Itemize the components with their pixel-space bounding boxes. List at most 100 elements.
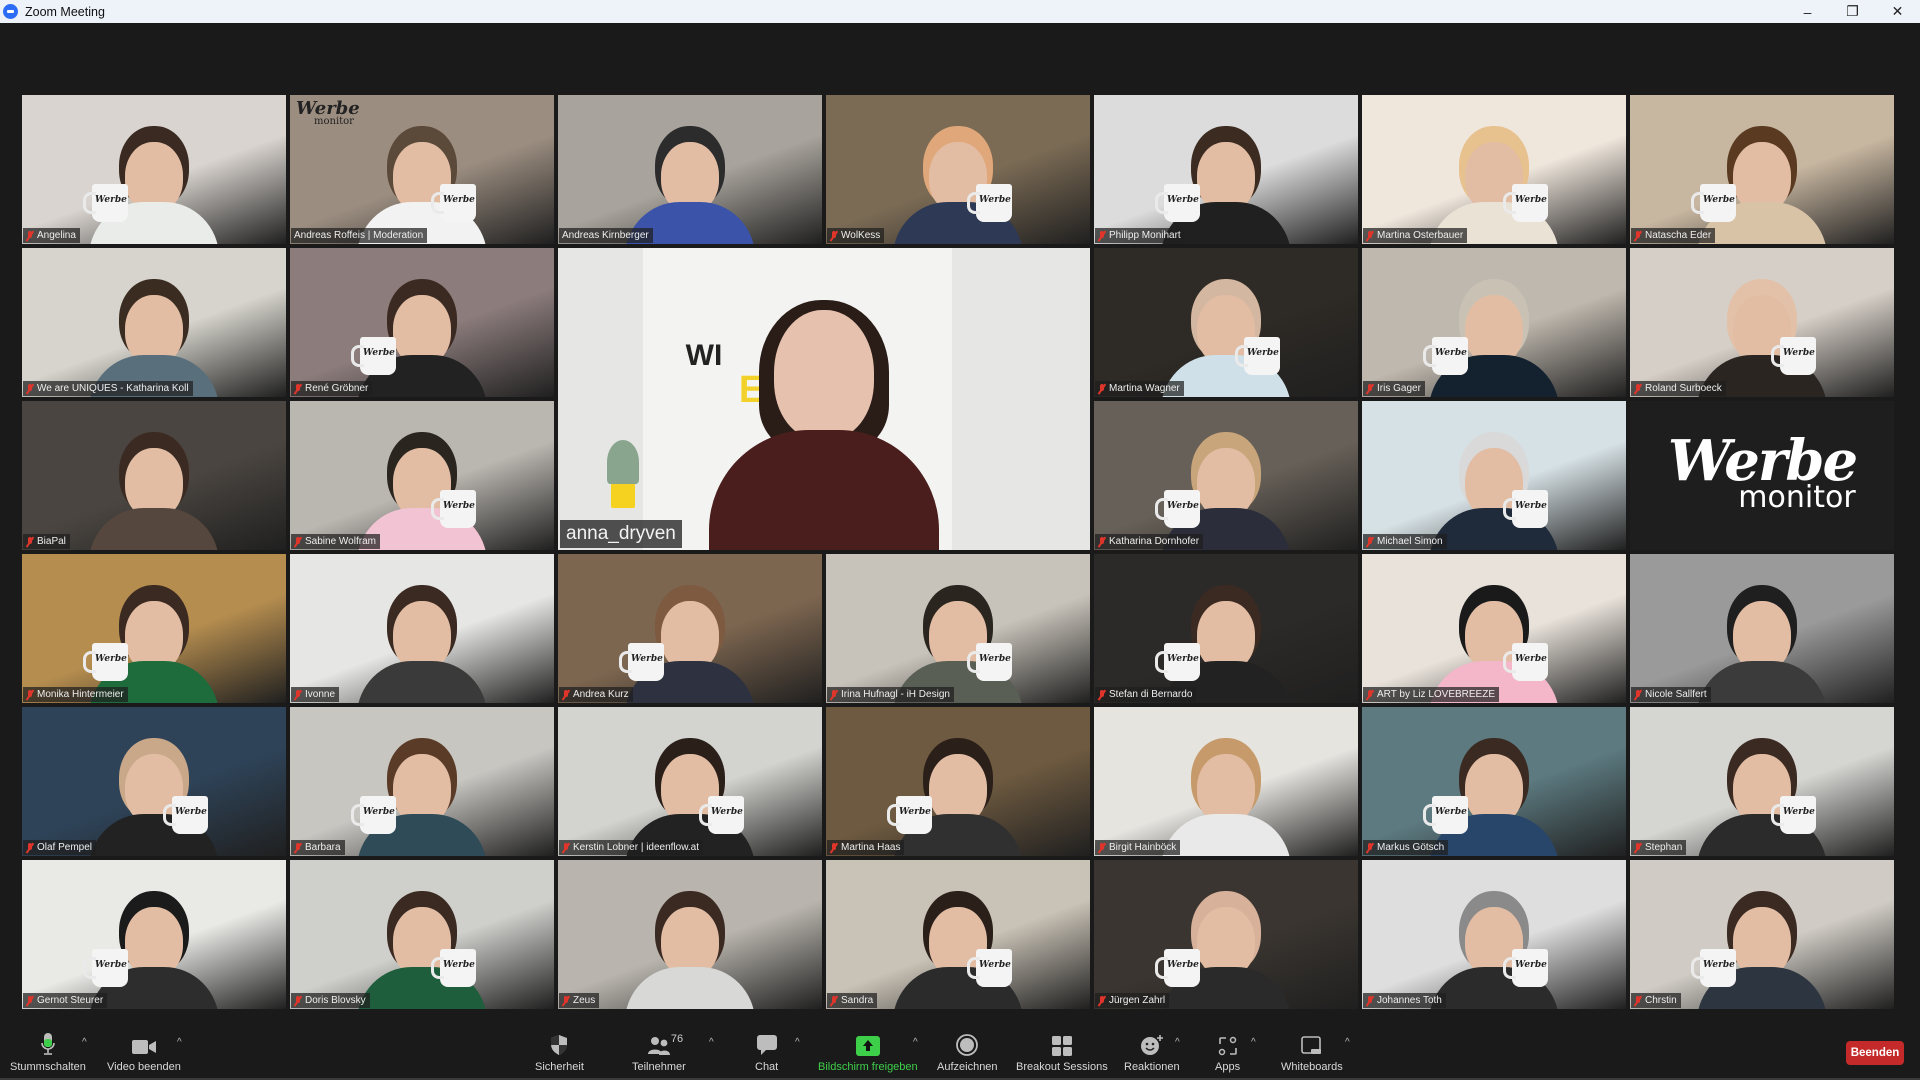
participant-video-tile[interactable]: Werbe Monika Hintermeier xyxy=(22,554,286,703)
mic-muted-icon xyxy=(830,995,838,1006)
participant-name-tag: Zeus xyxy=(559,993,600,1008)
mug-logo: Werbe xyxy=(1515,960,1547,970)
participant-video-tile[interactable]: Werbe Sandra xyxy=(826,860,1090,1009)
participant-video-tile[interactable]: Werbe Stefan di Bernardo xyxy=(1094,554,1358,703)
participant-video-tile[interactable]: Werbe René Gröbner xyxy=(290,248,554,397)
participant-figure xyxy=(1697,601,1827,703)
breakout-sessions-button[interactable]: Breakout Sessions xyxy=(1016,1032,1108,1073)
mic-muted-icon xyxy=(294,842,302,853)
werbe-monitor-mug: Werbe xyxy=(83,643,128,681)
participant-figure xyxy=(625,907,755,1009)
participant-video-tile[interactable]: Werbe Sabine Wolfram xyxy=(290,401,554,550)
mic-muted-icon xyxy=(26,536,34,547)
participant-video-tile[interactable]: Birgit Hainböck xyxy=(1094,707,1358,856)
werbe-monitor-mug: Werbe xyxy=(1503,184,1548,222)
chat-bubble-icon xyxy=(756,1032,778,1056)
participant-video-tile[interactable]: Werbe Martina Osterbauer xyxy=(1362,95,1626,244)
participant-video-tile[interactable]: Andreas Kirnberger xyxy=(558,95,822,244)
participant-video-tile[interactable]: Werbe Katharina Dornhofer xyxy=(1094,401,1358,550)
speaker-figure xyxy=(704,300,944,550)
participant-video-tile[interactable]: Werbe Martina Haas xyxy=(826,707,1090,856)
participant-video-tile[interactable]: Werbe Angelina xyxy=(22,95,286,244)
whiteboards-button[interactable]: Whiteboards xyxy=(1281,1032,1343,1073)
participants-button[interactable]: 76 Teilnehmer xyxy=(632,1032,686,1073)
participant-video-tile[interactable]: Ivonne xyxy=(290,554,554,703)
mute-label: Stummschalten xyxy=(10,1061,86,1073)
reactions-options-caret[interactable]: ^ xyxy=(1175,1037,1185,1048)
participant-video-tile[interactable]: Werbe Natascha Eder xyxy=(1630,95,1894,244)
share-options-caret[interactable]: ^ xyxy=(913,1037,923,1048)
participant-name-tag: Andreas Kirnberger xyxy=(559,228,653,243)
mug-logo: Werbe xyxy=(1515,195,1547,205)
mug-logo: Werbe xyxy=(1435,807,1467,817)
mug-logo: Werbe xyxy=(1703,960,1735,970)
participant-video-tile[interactable]: Werbe Chrstin xyxy=(1630,860,1894,1009)
participant-name-tag: Andrea Kurz xyxy=(559,687,633,702)
participant-name: Andreas Roffeis | Moderation xyxy=(294,230,424,241)
logo-subtitle: monitor xyxy=(1738,480,1856,516)
minimize-button[interactable]: – xyxy=(1785,0,1830,23)
participant-video-tile[interactable]: We are UNIQUES - Katharina Koll xyxy=(22,248,286,397)
participant-name: Iris Gager xyxy=(1377,383,1421,394)
participant-video-tile[interactable]: Werbe ART by Liz LOVEBREEZE xyxy=(1362,554,1626,703)
mute-button[interactable]: Stummschalten xyxy=(10,1032,86,1073)
participant-video-tile[interactable]: Werbe Doris Blovsky xyxy=(290,860,554,1009)
participant-video-tile[interactable]: Werbe Johannes Toth xyxy=(1362,860,1626,1009)
mic-muted-icon xyxy=(294,689,302,700)
werbe-monitor-logo-tile[interactable]: Werbe monitor xyxy=(1630,401,1894,550)
participant-video-tile[interactable]: Werbe Martina Wagner xyxy=(1094,248,1358,397)
spotlight-video-tile[interactable]: WI EN anna_dryven xyxy=(558,248,1090,550)
participant-video-tile[interactable]: Werbe Stephan xyxy=(1630,707,1894,856)
participants-options-caret[interactable]: ^ xyxy=(709,1037,719,1048)
participant-video-tile[interactable]: Werbe Barbara xyxy=(290,707,554,856)
participant-video-tile[interactable]: Werbe Markus Götsch xyxy=(1362,707,1626,856)
participant-video-tile[interactable]: Werbe Iris Gager xyxy=(1362,248,1626,397)
close-button[interactable]: ✕ xyxy=(1875,0,1920,23)
apps-options-caret[interactable]: ^ xyxy=(1251,1037,1261,1048)
participant-name: Martina Haas xyxy=(841,842,901,853)
security-button[interactable]: Sicherheit xyxy=(535,1032,584,1073)
chat-options-caret[interactable]: ^ xyxy=(795,1037,805,1048)
werbe-monitor-mug: Werbe xyxy=(1503,490,1548,528)
participant-video-tile[interactable]: Werbe Olaf Pempel xyxy=(22,707,286,856)
potted-plant xyxy=(607,439,640,508)
whiteboards-options-caret[interactable]: ^ xyxy=(1345,1037,1355,1048)
participant-video-tile[interactable]: Werbe Roland Surboeck xyxy=(1630,248,1894,397)
participant-video-tile[interactable]: Zeus xyxy=(558,860,822,1009)
mug-logo: Werbe xyxy=(95,195,127,205)
share-screen-button[interactable]: Bildschirm freigeben xyxy=(818,1032,918,1073)
participant-name: Martina Wagner xyxy=(1109,383,1180,394)
participant-video-tile[interactable]: Werbe Kerstin Lobner | ideenflow.at xyxy=(558,707,822,856)
restore-button[interactable]: ❐ xyxy=(1830,0,1875,23)
participant-video-tile[interactable]: Werbe Jürgen Zahrl xyxy=(1094,860,1358,1009)
video-label: Video beenden xyxy=(107,1061,181,1073)
participant-video-tile[interactable]: Werbe Philipp Monihart xyxy=(1094,95,1358,244)
participant-video-tile[interactable]: Werbe WolKess xyxy=(826,95,1090,244)
chat-button[interactable]: Chat xyxy=(755,1032,778,1073)
reactions-button[interactable]: Reaktionen xyxy=(1124,1032,1180,1073)
participant-video-tile[interactable]: BiaPal xyxy=(22,401,286,550)
mic-muted-icon xyxy=(294,995,302,1006)
participant-name-tag: Chrstin xyxy=(1631,993,1681,1008)
participant-name: René Gröbner xyxy=(305,383,369,394)
participant-name: Barbara xyxy=(305,842,341,853)
participant-video-tile[interactable]: Werbe Werbe monitor Andreas Roffeis | Moder… xyxy=(290,95,554,244)
video-options-caret[interactable]: ^ xyxy=(177,1037,187,1048)
participant-video-tile[interactable]: Werbe Gernot Steurer xyxy=(22,860,286,1009)
werbe-monitor-mug: Werbe xyxy=(1423,796,1468,834)
participant-video-tile[interactable]: Werbe Irina Hufnagl - iH Design xyxy=(826,554,1090,703)
record-button[interactable]: Aufzeichnen xyxy=(937,1032,998,1073)
end-meeting-button[interactable]: Beenden xyxy=(1846,1041,1904,1065)
mic-muted-icon xyxy=(830,230,838,241)
audio-options-caret[interactable]: ^ xyxy=(82,1037,92,1048)
smiley-plus-icon xyxy=(1140,1032,1164,1056)
video-button[interactable]: Video beenden xyxy=(107,1032,181,1073)
apps-button[interactable]: Apps xyxy=(1215,1032,1240,1073)
werbe-monitor-mug: Werbe xyxy=(1691,949,1736,987)
participant-name: Olaf Pempel xyxy=(37,842,93,853)
participant-name: Natascha Eder xyxy=(1645,230,1712,241)
participant-video-tile[interactable]: Werbe Michael Simon xyxy=(1362,401,1626,550)
participant-video-tile[interactable]: Werbe Andrea Kurz xyxy=(558,554,822,703)
participant-name: Birgit Hainböck xyxy=(1109,842,1177,853)
participant-video-tile[interactable]: Nicole Sallfert xyxy=(1630,554,1894,703)
